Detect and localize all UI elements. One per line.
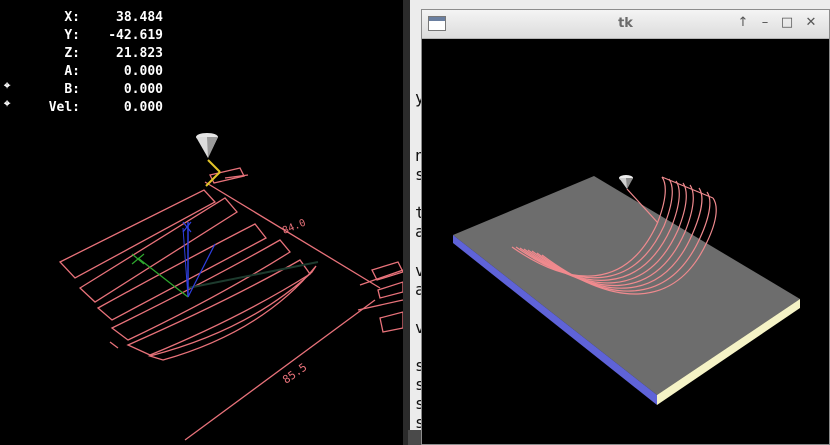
dro-value: 0.000 bbox=[123, 100, 163, 115]
extent-line bbox=[204, 181, 381, 289]
toolpath-loop bbox=[96, 223, 267, 321]
toolpath-loop bbox=[110, 239, 291, 341]
dimension-box bbox=[379, 311, 403, 333]
extent-line bbox=[359, 269, 403, 286]
tk-titlebar[interactable]: tk ↑ – □ ✕ bbox=[422, 10, 829, 39]
dro-row-y: Y: -42.619 bbox=[0, 28, 175, 46]
dro-value: 0.000 bbox=[123, 82, 163, 97]
maximize-button[interactable]: □ bbox=[778, 14, 796, 32]
dro-label: A: bbox=[64, 64, 80, 79]
dro-value: 0.000 bbox=[123, 64, 163, 79]
toolpath-loop bbox=[78, 197, 238, 303]
dimension-label-bottom: 85.5 bbox=[280, 361, 309, 387]
extent-line bbox=[109, 341, 119, 349]
dro-row-x: X: 38.484 bbox=[0, 10, 175, 28]
dro-label: B: bbox=[64, 82, 80, 97]
dro-row-z: Z: 21.823 bbox=[0, 46, 175, 64]
tool-cone-icon bbox=[196, 133, 221, 187]
toolpath-loop bbox=[147, 265, 317, 361]
dro-row-b: ⌖ B: 0.000 bbox=[0, 82, 175, 110]
toolpath-curve bbox=[661, 176, 714, 199]
toolpath-group bbox=[58, 167, 403, 441]
backplot-view[interactable]: 84.0 85.5 X: 38.484 Y: -42.619 Z: 21.823… bbox=[0, 0, 403, 445]
dro-value: -42.619 bbox=[108, 28, 163, 43]
dro-label: Vel: bbox=[48, 100, 80, 115]
minimize-button[interactable]: – bbox=[756, 14, 774, 32]
keep-above-button[interactable]: ↑ bbox=[734, 14, 752, 32]
dro-value: 38.484 bbox=[116, 10, 163, 25]
extent-line bbox=[357, 299, 403, 311]
toolpath-loop bbox=[58, 189, 217, 279]
dimension-box bbox=[377, 281, 403, 299]
dro-value: 21.823 bbox=[116, 46, 163, 61]
pane-divider[interactable] bbox=[403, 0, 410, 445]
3d-preview-canvas[interactable] bbox=[422, 39, 829, 444]
dro-row-a: ⌖ A: 0.000 bbox=[0, 64, 175, 92]
extent-line bbox=[184, 299, 376, 441]
dro-label: Z: bbox=[64, 46, 80, 61]
dimension-label-top: 84.0 bbox=[281, 218, 307, 237]
dro-row-vel: Vel: 0.000 bbox=[0, 100, 175, 118]
dro-label: X: bbox=[64, 10, 80, 25]
dro-label: Y: bbox=[64, 28, 80, 43]
tool-cone-icon bbox=[619, 175, 633, 189]
close-button[interactable]: ✕ bbox=[802, 14, 820, 32]
tk-window[interactable]: tk ↑ – □ ✕ bbox=[421, 9, 830, 445]
stock-plate-top bbox=[453, 176, 800, 395]
